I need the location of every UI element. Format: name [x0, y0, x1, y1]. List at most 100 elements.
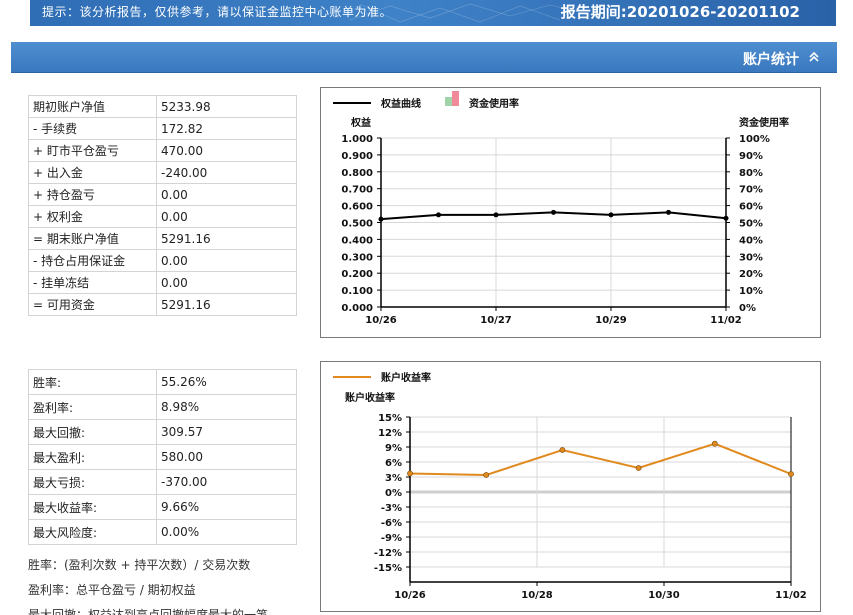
x-tick-label: 10/28 — [521, 590, 553, 601]
y2-tick-label: 0% — [739, 303, 756, 314]
row-label: 期初账户净值 — [28, 95, 157, 118]
ratio-row: 最大回撤: 309.57 — [28, 419, 297, 445]
y2-tick-label: 60% — [739, 202, 763, 213]
row-value: 470.00 — [156, 139, 297, 162]
y2-tick-label: 20% — [739, 269, 763, 280]
y-axis-title: 权益 — [350, 116, 371, 129]
row-label: 最大盈利: — [28, 444, 157, 470]
ratio-row: 盈利率: 8.98% — [28, 394, 297, 420]
row-label: = 可用资金 — [28, 293, 157, 316]
x-tick-label: 10/30 — [648, 590, 680, 601]
legend-equity-label: 权益曲线 — [380, 97, 421, 110]
row-value: 8.98% — [156, 394, 297, 420]
row-label: 胜率: — [28, 369, 157, 395]
report-period: 报告期间:20201026-20201102 — [560, 3, 800, 21]
row-label: 最大回撤: — [28, 419, 157, 445]
y-tick-label: -3% — [381, 503, 402, 514]
return-series-line — [409, 442, 792, 477]
return-chart: 账户收益率 账户收益率 15% 12% 9% 6% 3% 0% -3% -6% -9% -12% -15… — [320, 361, 821, 612]
report-banner: 提示：该分析报告，仅供参考，请以保证金监控中心账单为准。 报告期间:202010… — [30, 0, 836, 26]
y2-tick-label: 50% — [739, 219, 763, 230]
y-tick-label: 3% — [385, 473, 402, 484]
row-label: 最大风险度: — [28, 519, 157, 545]
x-tick-label: 10/29 — [595, 315, 627, 326]
ratio-row: 最大收益率: 9.66% — [28, 494, 297, 520]
y-tick-label: 15% — [378, 413, 402, 424]
x-tick-label: 11/02 — [775, 590, 807, 601]
y2-tick-label: 40% — [739, 235, 763, 246]
account-row: - 手续费 172.82 — [28, 117, 297, 140]
equity-point — [493, 212, 499, 218]
row-value: 5233.98 — [156, 95, 297, 118]
account-row: - 持仓占用保证金 0.00 — [28, 249, 297, 272]
equity-chart-svg: 权益曲线 资金使用率权益 资金使用率0.000 0%0.100 10%0.200 20%0… — [333, 91, 789, 326]
account-row: + 盯市平仓盈亏 470.00 — [28, 139, 297, 162]
legend-usage-swatch-b — [452, 91, 459, 106]
row-value: 0.00 — [156, 249, 297, 272]
y-tick-label: 0.600 — [341, 202, 373, 213]
legend-usage-label: 资金使用率 — [469, 97, 519, 110]
equity-point — [378, 216, 384, 222]
y-tick-label: -15% — [374, 563, 402, 574]
equity-point — [436, 212, 441, 218]
account-stats-header[interactable]: 账户统计 — [11, 42, 837, 73]
y-tick-label: 0.100 — [341, 286, 373, 297]
y2-tick-label: 90% — [739, 151, 763, 162]
row-value: 5291.16 — [156, 227, 297, 250]
y-tick-label: -6% — [381, 518, 402, 529]
row-label: 盈利率: — [28, 394, 157, 420]
row-label: 最大亏损: — [28, 469, 157, 495]
note-max-drawdown: 最大回撤：权益达到高点回撤幅度最大的一笔 — [28, 608, 269, 615]
row-value: 580.00 — [156, 444, 297, 470]
legend-usage-swatch-a — [445, 97, 452, 106]
y-tick-label: 0.400 — [341, 235, 373, 246]
account-row: 期初账户净值 5233.98 — [28, 95, 297, 118]
return-point — [483, 472, 490, 478]
y-tick-label: 0.800 — [341, 168, 373, 179]
y-tick-label: -9% — [381, 533, 402, 544]
definition-notes: 胜率：(盈利次数 + 持平次数）/ 交易次数 盈利率：总平仓盈亏 / 期初权益 … — [28, 553, 268, 615]
row-value: 0.00 — [156, 183, 297, 206]
equity-point — [723, 215, 729, 221]
row-label: - 挂单冻结 — [28, 271, 157, 294]
y-tick-label: 0.700 — [341, 185, 373, 196]
equity-point — [608, 212, 614, 218]
y2-tick-label: 10% — [739, 286, 763, 297]
y-tick-label: 6% — [385, 458, 402, 469]
return-point — [711, 440, 718, 447]
account-row: - 挂单冻结 0.00 — [28, 271, 297, 294]
y-tick-label: 0.500 — [341, 219, 373, 230]
row-value: 9.66% — [156, 494, 297, 520]
row-label: - 持仓占用保证金 — [28, 249, 157, 272]
equity-point — [666, 209, 671, 215]
ratio-summary-table: 胜率: 55.26% 盈利率: 8.98% 最大回撤: 309.57 最大盈利: 580.00… — [28, 369, 297, 545]
x-tick-label: 10/26 — [394, 590, 426, 601]
row-value: 0.00 — [156, 205, 297, 228]
y2-tick-label: 80% — [739, 168, 763, 179]
row-value: 55.26% — [156, 369, 297, 395]
account-row: = 期末账户净值 5291.16 — [28, 227, 297, 250]
y-tick-label: 0% — [385, 488, 402, 499]
account-row: + 出入金 -240.00 — [28, 161, 297, 184]
disclaimer-text: 提示：该分析报告，仅供参考，请以保证金监控中心账单为准。 — [42, 5, 393, 19]
row-label: 最大收益率: — [28, 494, 157, 520]
x-tick-label: 10/26 — [365, 315, 397, 326]
y-tick-label: 0.000 — [341, 303, 373, 314]
account-row: + 权利金 0.00 — [28, 205, 297, 228]
y-tick-label: -12% — [374, 548, 402, 559]
y2-tick-label: 100% — [739, 134, 770, 145]
note-profit-rate: 盈利率：总平仓盈亏 / 期初权益 — [28, 583, 196, 597]
y-tick-label: 0.300 — [341, 252, 373, 263]
note-win-rate: 胜率：(盈利次数 + 持平次数）/ 交易次数 — [28, 558, 251, 572]
row-value: 172.82 — [156, 117, 297, 140]
return-chart-svg: 账户收益率账户收益率15%12%9%6%3%0%-3%-6%-9%-12%-15… — [333, 371, 807, 601]
equity-chart: 权益曲线 资金使用率 权益 资金使用率 0.000 0% 0.100 10% 0.200 20% 0… — [320, 87, 821, 338]
double-chevron-up-icon[interactable] — [807, 50, 821, 64]
row-value: -370.00 — [156, 469, 297, 495]
y2-axis-title: 资金使用率 — [739, 116, 789, 129]
y-tick-label: 0.200 — [341, 269, 373, 280]
section-title: 账户统计 — [743, 52, 799, 68]
y-tick-label: 0.900 — [341, 151, 373, 162]
return-point — [635, 465, 642, 471]
ratio-row: 最大亏损: -370.00 — [28, 469, 297, 495]
